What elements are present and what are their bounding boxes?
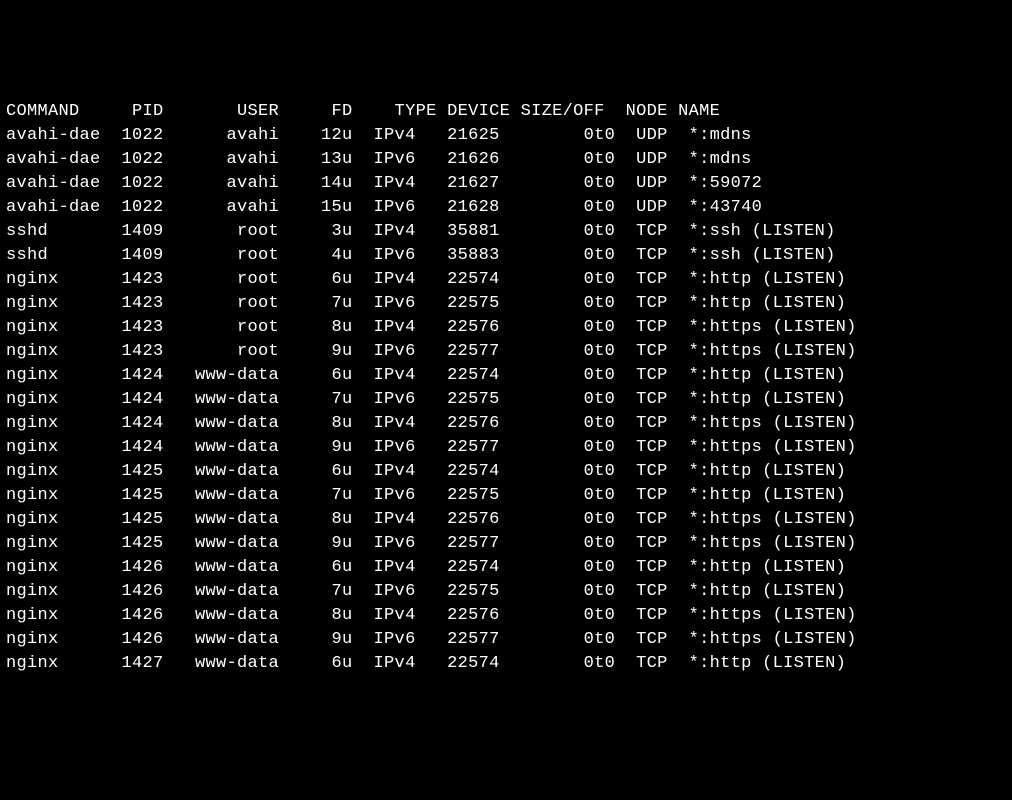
table-row: nginx 1425 www-data 6u IPv4 22574 0t0 TC… xyxy=(6,460,1006,484)
table-row: nginx 1425 www-data 8u IPv4 22576 0t0 TC… xyxy=(6,508,1006,532)
table-row: avahi-dae 1022 avahi 12u IPv4 21625 0t0 … xyxy=(6,124,1006,148)
table-row: nginx 1424 www-data 6u IPv4 22574 0t0 TC… xyxy=(6,364,1006,388)
table-row: nginx 1426 www-data 6u IPv4 22574 0t0 TC… xyxy=(6,556,1006,580)
table-row: nginx 1423 root 6u IPv4 22574 0t0 TCP *:… xyxy=(6,268,1006,292)
table-row: nginx 1425 www-data 9u IPv6 22577 0t0 TC… xyxy=(6,532,1006,556)
table-row: avahi-dae 1022 avahi 14u IPv4 21627 0t0 … xyxy=(6,172,1006,196)
table-row: nginx 1425 www-data 7u IPv6 22575 0t0 TC… xyxy=(6,484,1006,508)
table-row: avahi-dae 1022 avahi 13u IPv6 21626 0t0 … xyxy=(6,148,1006,172)
terminal-output: COMMAND PID USER FD TYPE DEVICE SIZE/OFF… xyxy=(6,100,1006,676)
table-row: nginx 1424 www-data 9u IPv6 22577 0t0 TC… xyxy=(6,436,1006,460)
table-row: nginx 1426 www-data 7u IPv6 22575 0t0 TC… xyxy=(6,580,1006,604)
table-row: nginx 1426 www-data 9u IPv6 22577 0t0 TC… xyxy=(6,628,1006,652)
table-row: nginx 1424 www-data 8u IPv4 22576 0t0 TC… xyxy=(6,412,1006,436)
table-header-row: COMMAND PID USER FD TYPE DEVICE SIZE/OFF… xyxy=(6,100,1006,124)
table-row: nginx 1426 www-data 8u IPv4 22576 0t0 TC… xyxy=(6,604,1006,628)
table-row: nginx 1424 www-data 7u IPv6 22575 0t0 TC… xyxy=(6,388,1006,412)
table-row: nginx 1423 root 7u IPv6 22575 0t0 TCP *:… xyxy=(6,292,1006,316)
table-row: sshd 1409 root 3u IPv4 35881 0t0 TCP *:s… xyxy=(6,220,1006,244)
table-row: nginx 1427 www-data 6u IPv4 22574 0t0 TC… xyxy=(6,652,1006,676)
table-row: nginx 1423 root 8u IPv4 22576 0t0 TCP *:… xyxy=(6,316,1006,340)
table-row: sshd 1409 root 4u IPv6 35883 0t0 TCP *:s… xyxy=(6,244,1006,268)
table-row: avahi-dae 1022 avahi 15u IPv6 21628 0t0 … xyxy=(6,196,1006,220)
table-row: nginx 1423 root 9u IPv6 22577 0t0 TCP *:… xyxy=(6,340,1006,364)
